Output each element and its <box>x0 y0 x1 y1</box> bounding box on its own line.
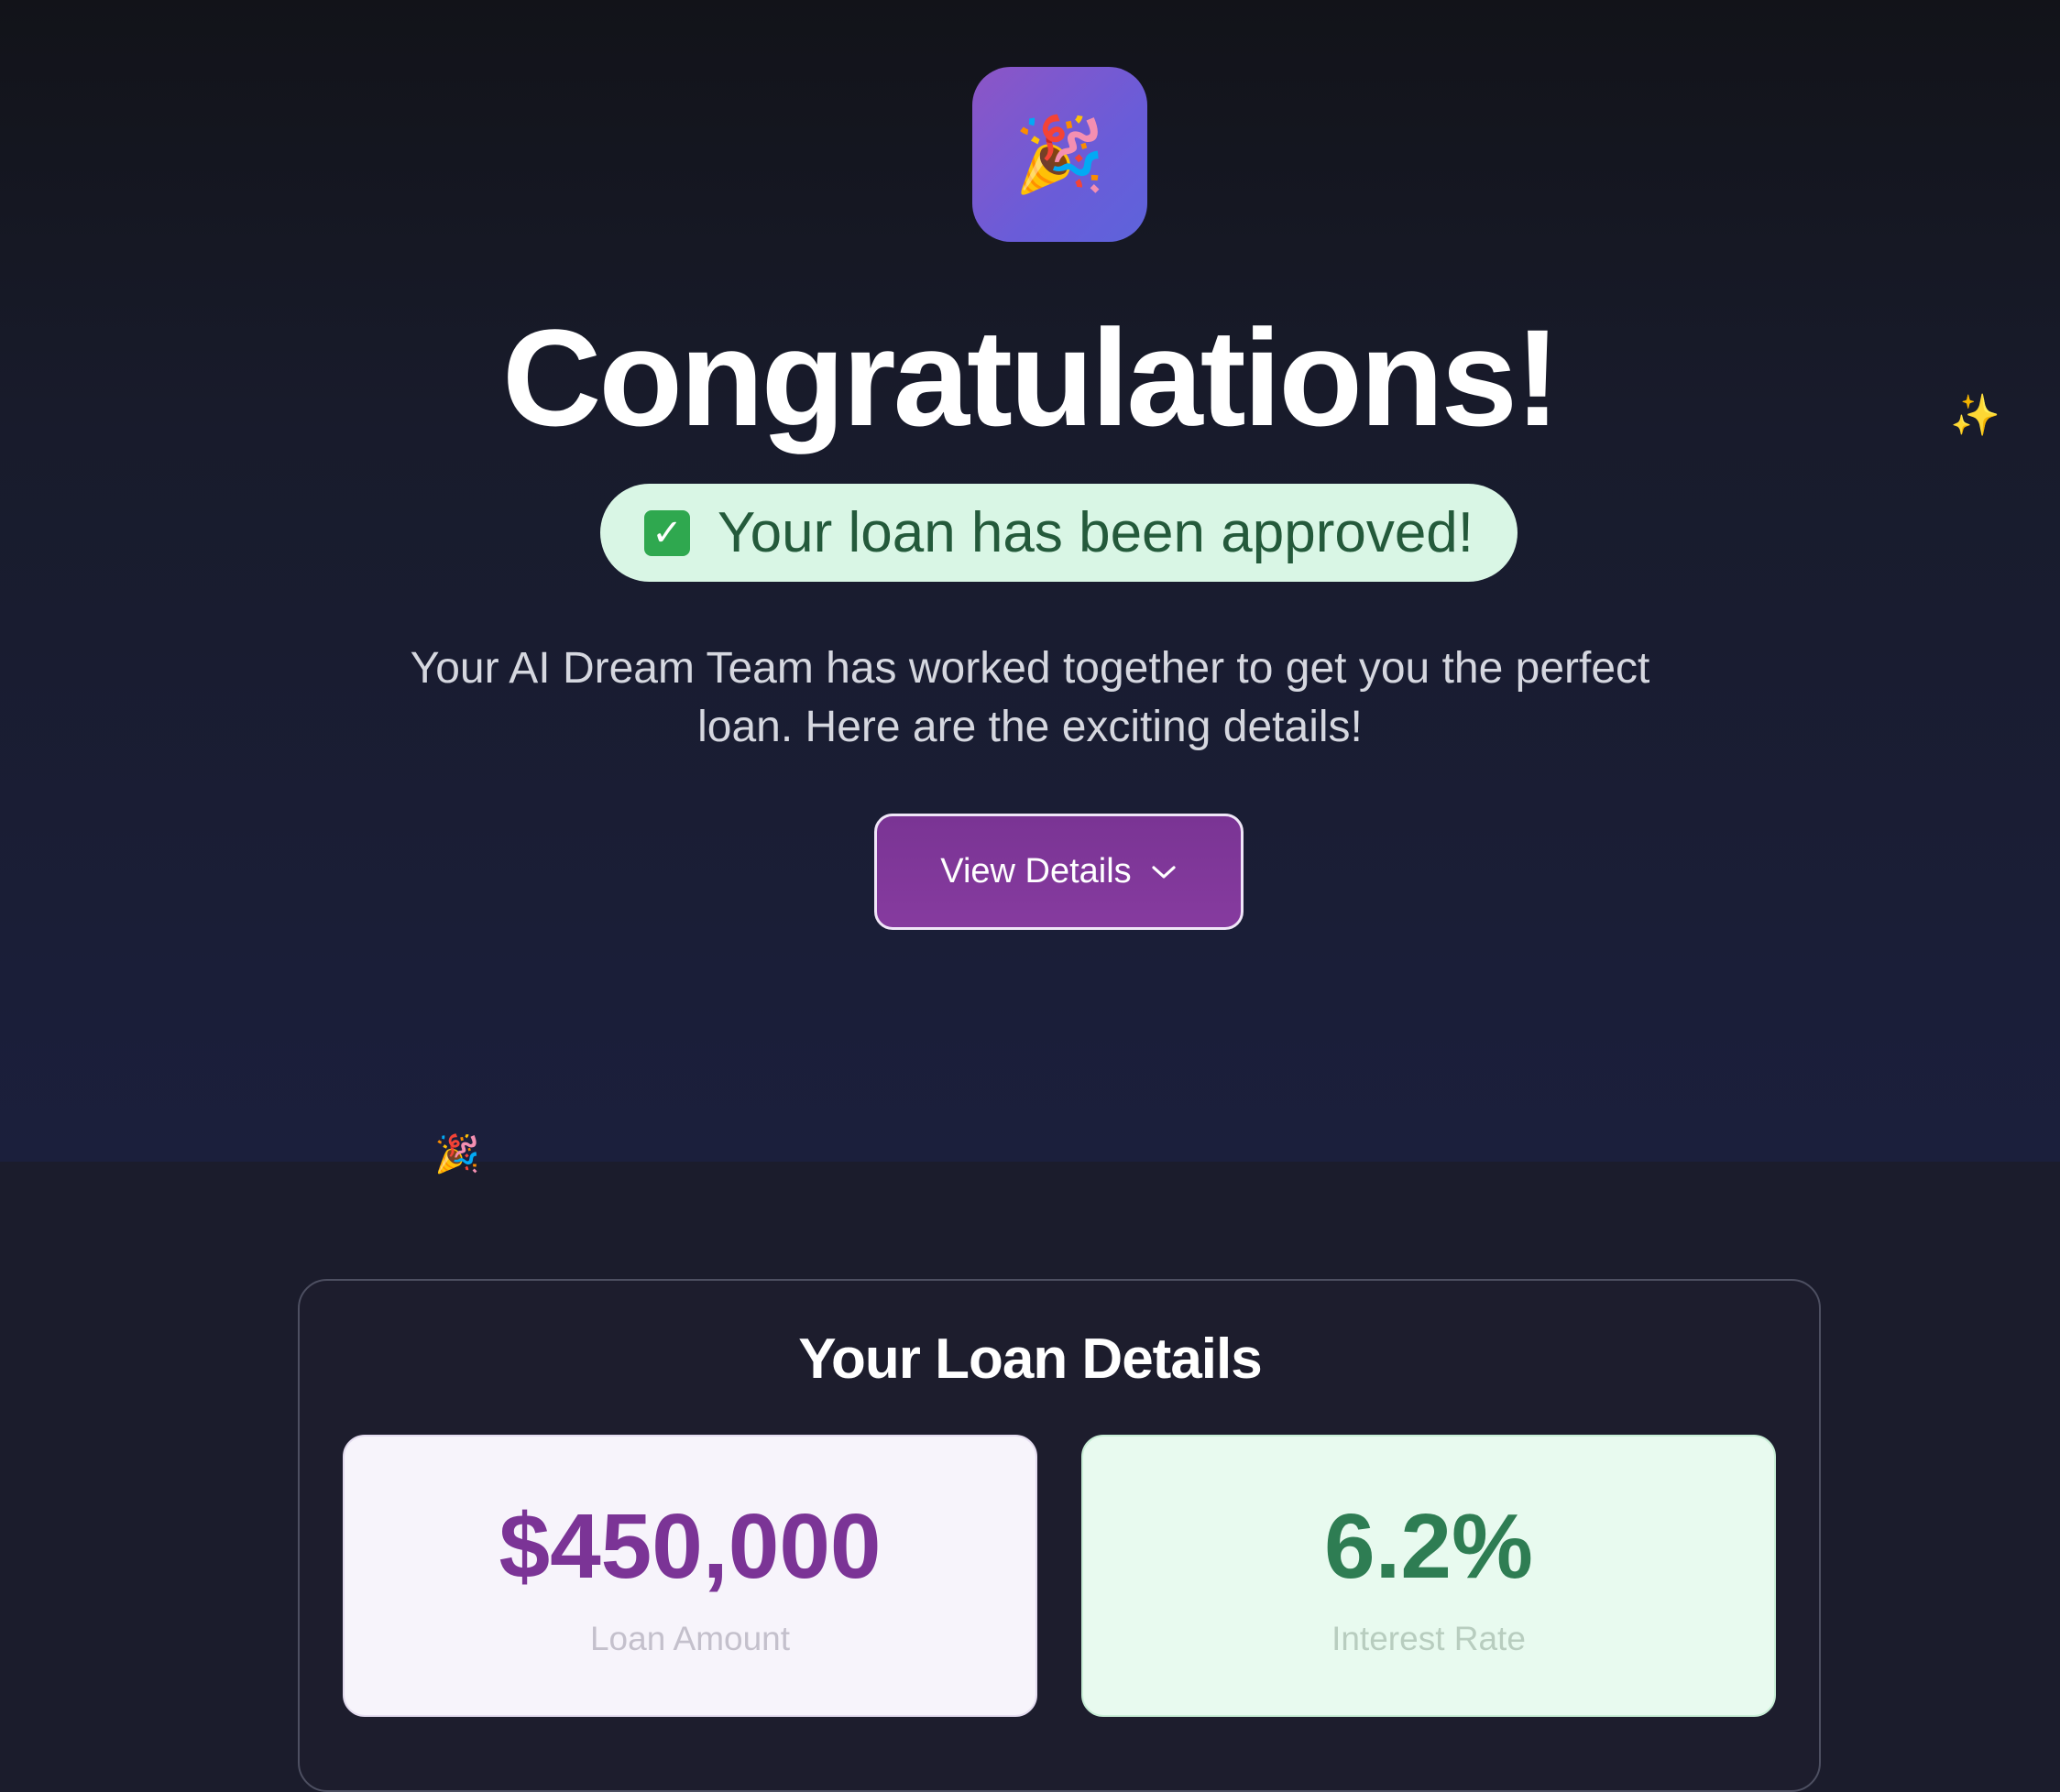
chevron-down-icon <box>1150 863 1178 881</box>
loan-amount-label: Loan Amount <box>589 1620 791 1657</box>
interest-rate-value: 6.2% <box>1324 1495 1533 1598</box>
page-title: Congratulations! <box>502 300 1561 454</box>
interest-rate-card: 6.2% Interest Rate <box>1081 1435 1776 1717</box>
view-details-button[interactable]: View Details <box>874 814 1244 930</box>
interest-rate-label: Interest Rate <box>1331 1620 1526 1657</box>
check-mark-icon: ✓ <box>643 509 690 556</box>
approval-badge: ✓ Your loan has been approved! <box>600 484 1518 582</box>
loan-amount-card: $450,000 Loan Amount <box>343 1435 1037 1717</box>
view-details-label: View Details <box>940 852 1132 891</box>
confetti-icon: 🎉 <box>434 1134 480 1175</box>
loan-details-title: Your Loan Details <box>798 1328 1263 1391</box>
approval-text: Your loan has been approved! <box>717 501 1474 564</box>
subtitle-text: Your AI Dream Team has worked together t… <box>410 644 1650 751</box>
loan-amount-value: $450,000 <box>499 1495 882 1598</box>
sparkles-icon: ✨ <box>1950 393 2000 438</box>
party-popper-icon: 🎉 <box>972 67 1147 242</box>
party-popper-glyph: 🎉 <box>1014 113 1106 195</box>
